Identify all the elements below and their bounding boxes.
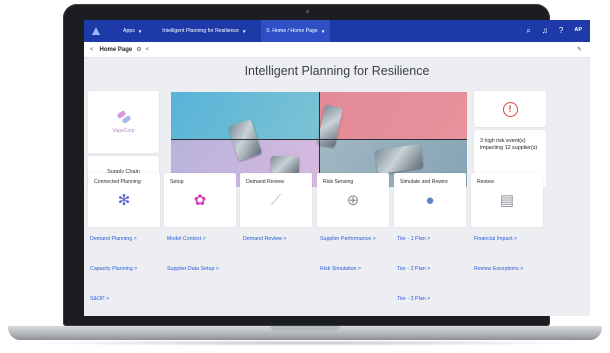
tile-risk-sensing[interactable]: Risk Sensing ⊕ <box>317 173 389 227</box>
tile-simulate-rewire[interactable]: Simulate and Rewire ● <box>394 173 466 227</box>
tile-label: Review <box>477 179 495 185</box>
back-icon[interactable]: < <box>90 47 94 53</box>
tile-label: Demand Review <box>246 179 285 185</box>
vapecorp-logo-icon <box>117 110 131 124</box>
settings-icon[interactable]: ⚙ <box>136 46 141 53</box>
bell-icon[interactable]: ♫ <box>542 27 548 35</box>
dashboard-heading: Intelligent Planning for Resilience <box>244 64 430 78</box>
links-demand-review: Demand Review > <box>243 236 286 266</box>
link-demand-review[interactable]: Demand Review > <box>243 236 286 266</box>
top-nav: Apps ▼ Intelligent Planning for Resilien… <box>84 20 590 42</box>
link-tier-2-plan[interactable]: Tier - 2 Plan > <box>397 266 430 296</box>
tile-label: Risk Sensing <box>323 179 354 185</box>
nav-right-icons: ⌕ ♫ ? AP <box>526 27 582 35</box>
link-review-exceptions[interactable]: Review Exceptions > <box>474 266 523 296</box>
links-risk-sensing: Supplier Performance > Risk Simulation > <box>320 236 376 296</box>
link-sop[interactable]: S&OP > <box>90 296 137 316</box>
chevron-down-icon: ▼ <box>242 28 247 34</box>
links-setup: Model Context > Supplier Data Setup > <box>167 236 219 296</box>
vape-device-image <box>271 156 299 174</box>
tile-review[interactable]: Review ▤ <box>471 173 543 227</box>
share-icon[interactable]: < <box>146 47 150 53</box>
link-tier-1-plan[interactable]: Tier - 1 Plan > <box>397 236 430 266</box>
help-icon[interactable]: ? <box>559 27 563 35</box>
webcam <box>306 10 309 13</box>
link-demand-planning[interactable]: Demand Planning > <box>90 236 137 266</box>
link-capacity-planning[interactable]: Capacity Planning > <box>90 266 137 296</box>
trend-chart-icon: ⟋ <box>270 192 282 209</box>
tile-label: Simulate and Rewire <box>400 179 448 185</box>
tile-setup[interactable]: Setup ✿ <box>164 173 236 227</box>
tile-label: Connected Planning <box>94 179 141 185</box>
alert-card[interactable]: ! <box>474 91 546 127</box>
chevron-down-icon: ▼ <box>137 28 143 34</box>
tile-label: Setup <box>170 179 184 185</box>
laptop-scene: Apps ▼ Intelligent Planning for Resilien… <box>0 0 610 353</box>
app-tab-label: Intelligent Planning for Resilience <box>162 28 240 34</box>
apps-menu[interactable]: Apps ▼ <box>118 20 147 42</box>
search-icon[interactable]: ⌕ <box>526 27 530 35</box>
network-icon: ✻ <box>117 192 131 209</box>
anaplan-logo-icon[interactable] <box>92 26 102 36</box>
link-model-context[interactable]: Model Context > <box>167 236 219 266</box>
link-supplier-data-setup[interactable]: Supplier Data Setup > <box>167 266 219 296</box>
laptop-shadow <box>20 340 590 346</box>
brand-card: VapeCorp <box>88 91 159 153</box>
checklist-icon: ▤ <box>499 192 515 209</box>
link-financial-impact[interactable]: Financial Impact > <box>474 236 523 266</box>
laptop-notch <box>270 326 340 331</box>
chevron-down-icon: ▼ <box>320 28 326 34</box>
links-simulate-rewire: Tier - 1 Plan > Tier - 2 Plan > Tier - 3… <box>397 236 430 316</box>
app-tab[interactable]: Intelligent Planning for Resilience ▼ <box>157 20 251 42</box>
links-connected-planning: Demand Planning > Capacity Planning > S&… <box>90 236 137 316</box>
brand-logo-text: VapeCorp <box>112 128 135 134</box>
apps-label: Apps <box>123 28 135 34</box>
alert-icon: ! <box>502 101 518 117</box>
tile-connected-planning[interactable]: Connected Planning ✻ <box>88 173 160 227</box>
risk-summary-text: 3 high risk event(s) impacting 12 suppli… <box>480 138 538 152</box>
user-avatar[interactable]: AP <box>574 28 582 34</box>
links-review: Financial Impact > Review Exceptions > <box>474 236 523 296</box>
edit-icon[interactable]: ✎ <box>577 46 582 53</box>
page-tab[interactable]: 0. Home / Home Page ▼ <box>261 20 331 42</box>
brain-head-icon: ● <box>425 192 435 209</box>
page-title: Home Page <box>99 46 133 53</box>
laptop-screen: Apps ▼ Intelligent Planning for Resilien… <box>84 20 590 316</box>
link-tier-3-plan[interactable]: Tier - 3 Plan > <box>397 296 430 316</box>
link-supplier-performance[interactable]: Supplier Performance > <box>320 236 376 266</box>
page-subheader: < Home Page ⚙ < ✎ <box>84 42 590 58</box>
magnify-pulse-icon: ⊕ <box>346 192 360 209</box>
link-risk-simulation[interactable]: Risk Simulation > <box>320 266 376 296</box>
page-tab-label: 0. Home / Home Page <box>266 28 318 34</box>
gear-icon: ✿ <box>193 192 207 209</box>
tile-demand-review[interactable]: Demand Review ⟋ <box>240 173 312 227</box>
